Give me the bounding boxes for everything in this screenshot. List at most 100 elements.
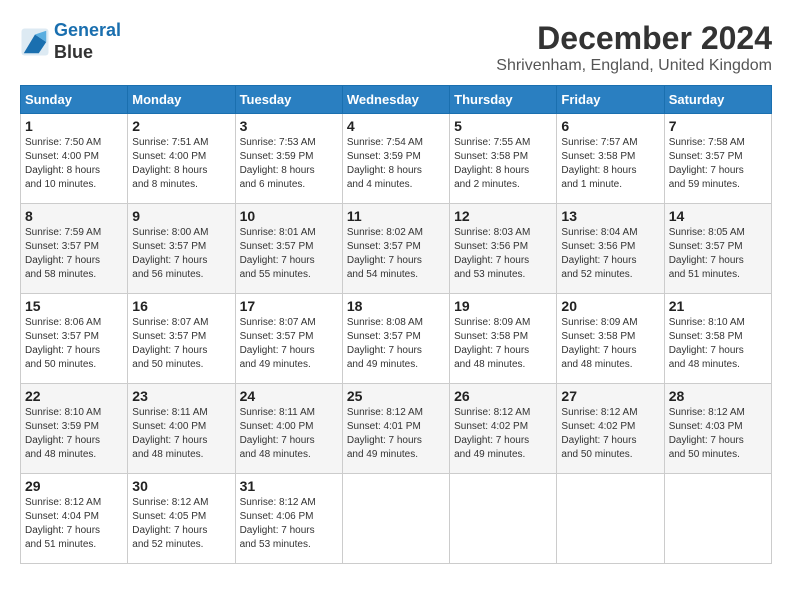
day-info: Sunrise: 8:08 AMSunset: 3:57 PMDaylight:… bbox=[347, 316, 445, 372]
calendar-week-row: 22 Sunrise: 8:10 AMSunset: 3:59 PMDayligh… bbox=[21, 384, 772, 474]
calendar-cell: 17 Sunrise: 8:07 AMSunset: 3:57 PMDayligh… bbox=[235, 294, 342, 384]
calendar-cell: 23 Sunrise: 8:11 AMSunset: 4:00 PMDayligh… bbox=[128, 384, 235, 474]
calendar-cell: 20Sunrise: 8:09 AMSunset: 3:58 PMDayligh… bbox=[557, 294, 664, 384]
calendar-cell: 30Sunrise: 8:12 AMSunset: 4:05 PMDayligh… bbox=[128, 474, 235, 564]
page-header: General Blue December 2024 Shrivenham, E… bbox=[20, 20, 772, 75]
calendar-week-row: 15 Sunrise: 8:06 AMSunset: 3:57 PMDayligh… bbox=[21, 294, 772, 384]
calendar-cell: 21Sunrise: 8:10 AMSunset: 3:58 PMDayligh… bbox=[664, 294, 771, 384]
calendar-cell: 26 Sunrise: 8:12 AMSunset: 4:02 PMDayligh… bbox=[450, 384, 557, 474]
day-number: 7 bbox=[669, 118, 767, 134]
calendar-cell: 3 Sunrise: 7:53 AMSunset: 3:59 PMDaylight… bbox=[235, 114, 342, 204]
day-number: 16 bbox=[132, 298, 230, 314]
day-info: Sunrise: 8:12 AMSunset: 4:05 PMDaylight:… bbox=[132, 496, 230, 552]
calendar-cell: 14Sunrise: 8:05 AMSunset: 3:57 PMDayligh… bbox=[664, 204, 771, 294]
day-info: Sunrise: 8:12 AMSunset: 4:03 PMDaylight:… bbox=[669, 406, 767, 462]
day-number: 2 bbox=[132, 118, 230, 134]
calendar-cell: 12 Sunrise: 8:03 AMSunset: 3:56 PMDayligh… bbox=[450, 204, 557, 294]
weekday-header-saturday: Saturday bbox=[664, 86, 771, 114]
day-info: Sunrise: 8:06 AMSunset: 3:57 PMDaylight:… bbox=[25, 316, 123, 372]
day-info: Sunrise: 7:58 AMSunset: 3:57 PMDaylight:… bbox=[669, 136, 767, 192]
day-info: Sunrise: 7:51 AMSunset: 4:00 PMDaylight:… bbox=[132, 136, 230, 192]
day-info: Sunrise: 8:09 AMSunset: 3:58 PMDaylight:… bbox=[454, 316, 552, 372]
day-info: Sunrise: 8:11 AMSunset: 4:00 PMDaylight:… bbox=[132, 406, 230, 462]
calendar-cell: 8Sunrise: 7:59 AMSunset: 3:57 PMDaylight… bbox=[21, 204, 128, 294]
calendar-week-row: 8Sunrise: 7:59 AMSunset: 3:57 PMDaylight… bbox=[21, 204, 772, 294]
logo: General Blue bbox=[20, 20, 121, 63]
day-number: 19 bbox=[454, 298, 552, 314]
day-number: 12 bbox=[454, 208, 552, 224]
day-info: Sunrise: 8:04 AMSunset: 3:56 PMDaylight:… bbox=[561, 226, 659, 282]
calendar-cell: 29 Sunrise: 8:12 AMSunset: 4:04 PMDayligh… bbox=[21, 474, 128, 564]
calendar-cell: 9Sunrise: 8:00 AMSunset: 3:57 PMDaylight… bbox=[128, 204, 235, 294]
day-number: 8 bbox=[25, 208, 123, 224]
weekday-header-thursday: Thursday bbox=[450, 86, 557, 114]
calendar-cell bbox=[450, 474, 557, 564]
calendar-cell: 11 Sunrise: 8:02 AMSunset: 3:57 PMDayligh… bbox=[342, 204, 449, 294]
calendar-cell: 27 Sunrise: 8:12 AMSunset: 4:02 PMDayligh… bbox=[557, 384, 664, 474]
calendar-table: SundayMondayTuesdayWednesdayThursdayFrid… bbox=[20, 85, 772, 564]
month-year-title: December 2024 bbox=[496, 20, 772, 57]
day-info: Sunrise: 8:11 AMSunset: 4:00 PMDaylight:… bbox=[240, 406, 338, 462]
day-info: Sunrise: 8:07 AMSunset: 3:57 PMDaylight:… bbox=[132, 316, 230, 372]
day-number: 14 bbox=[669, 208, 767, 224]
day-number: 9 bbox=[132, 208, 230, 224]
day-number: 10 bbox=[240, 208, 338, 224]
day-info: Sunrise: 8:12 AMSunset: 4:02 PMDaylight:… bbox=[561, 406, 659, 462]
day-info: Sunrise: 8:01 AMSunset: 3:57 PMDaylight:… bbox=[240, 226, 338, 282]
day-info: Sunrise: 7:53 AMSunset: 3:59 PMDaylight:… bbox=[240, 136, 338, 192]
day-number: 15 bbox=[25, 298, 123, 314]
day-info: Sunrise: 8:10 AMSunset: 3:58 PMDaylight:… bbox=[669, 316, 767, 372]
calendar-cell: 5Sunrise: 7:55 AMSunset: 3:58 PMDaylight… bbox=[450, 114, 557, 204]
day-info: Sunrise: 7:50 AMSunset: 4:00 PMDaylight:… bbox=[25, 136, 123, 192]
calendar-cell: 22 Sunrise: 8:10 AMSunset: 3:59 PMDayligh… bbox=[21, 384, 128, 474]
day-info: Sunrise: 8:07 AMSunset: 3:57 PMDaylight:… bbox=[240, 316, 338, 372]
calendar-body: 1 Sunrise: 7:50 AMSunset: 4:00 PMDaylight… bbox=[21, 114, 772, 564]
weekday-header-tuesday: Tuesday bbox=[235, 86, 342, 114]
calendar-cell: 4 Sunrise: 7:54 AMSunset: 3:59 PMDaylight… bbox=[342, 114, 449, 204]
day-number: 11 bbox=[347, 208, 445, 224]
day-number: 24 bbox=[240, 388, 338, 404]
day-number: 17 bbox=[240, 298, 338, 314]
day-number: 28 bbox=[669, 388, 767, 404]
day-number: 29 bbox=[25, 478, 123, 494]
day-info: Sunrise: 7:57 AMSunset: 3:58 PMDaylight:… bbox=[561, 136, 659, 192]
day-number: 5 bbox=[454, 118, 552, 134]
day-info: Sunrise: 8:02 AMSunset: 3:57 PMDaylight:… bbox=[347, 226, 445, 282]
calendar-cell: 15 Sunrise: 8:06 AMSunset: 3:57 PMDayligh… bbox=[21, 294, 128, 384]
day-info: Sunrise: 7:54 AMSunset: 3:59 PMDaylight:… bbox=[347, 136, 445, 192]
day-info: Sunrise: 8:09 AMSunset: 3:58 PMDaylight:… bbox=[561, 316, 659, 372]
day-info: Sunrise: 8:10 AMSunset: 3:59 PMDaylight:… bbox=[25, 406, 123, 462]
calendar-cell: 10 Sunrise: 8:01 AMSunset: 3:57 PMDayligh… bbox=[235, 204, 342, 294]
day-number: 4 bbox=[347, 118, 445, 134]
calendar-header: SundayMondayTuesdayWednesdayThursdayFrid… bbox=[21, 86, 772, 114]
weekday-header-sunday: Sunday bbox=[21, 86, 128, 114]
calendar-cell: 1 Sunrise: 7:50 AMSunset: 4:00 PMDaylight… bbox=[21, 114, 128, 204]
logo-text: General Blue bbox=[54, 20, 121, 63]
calendar-cell bbox=[342, 474, 449, 564]
day-number: 26 bbox=[454, 388, 552, 404]
calendar-cell: 31Sunrise: 8:12 AMSunset: 4:06 PMDayligh… bbox=[235, 474, 342, 564]
calendar-week-row: 1 Sunrise: 7:50 AMSunset: 4:00 PMDaylight… bbox=[21, 114, 772, 204]
calendar-cell: 18Sunrise: 8:08 AMSunset: 3:57 PMDayligh… bbox=[342, 294, 449, 384]
day-info: Sunrise: 8:03 AMSunset: 3:56 PMDaylight:… bbox=[454, 226, 552, 282]
location-subtitle: Shrivenham, England, United Kingdom bbox=[496, 57, 772, 75]
day-number: 22 bbox=[25, 388, 123, 404]
weekday-header-monday: Monday bbox=[128, 86, 235, 114]
calendar-cell: 19 Sunrise: 8:09 AMSunset: 3:58 PMDayligh… bbox=[450, 294, 557, 384]
day-number: 1 bbox=[25, 118, 123, 134]
logo-icon bbox=[20, 27, 50, 57]
weekday-header-row: SundayMondayTuesdayWednesdayThursdayFrid… bbox=[21, 86, 772, 114]
day-info: Sunrise: 8:12 AMSunset: 4:01 PMDaylight:… bbox=[347, 406, 445, 462]
calendar-cell: 16 Sunrise: 8:07 AMSunset: 3:57 PMDayligh… bbox=[128, 294, 235, 384]
day-number: 3 bbox=[240, 118, 338, 134]
day-info: Sunrise: 8:12 AMSunset: 4:04 PMDaylight:… bbox=[25, 496, 123, 552]
day-info: Sunrise: 8:12 AMSunset: 4:06 PMDaylight:… bbox=[240, 496, 338, 552]
calendar-cell bbox=[557, 474, 664, 564]
weekday-header-wednesday: Wednesday bbox=[342, 86, 449, 114]
day-number: 23 bbox=[132, 388, 230, 404]
calendar-cell: 2 Sunrise: 7:51 AMSunset: 4:00 PMDaylight… bbox=[128, 114, 235, 204]
day-number: 13 bbox=[561, 208, 659, 224]
calendar-cell: 28 Sunrise: 8:12 AMSunset: 4:03 PMDayligh… bbox=[664, 384, 771, 474]
day-info: Sunrise: 8:12 AMSunset: 4:02 PMDaylight:… bbox=[454, 406, 552, 462]
day-number: 27 bbox=[561, 388, 659, 404]
